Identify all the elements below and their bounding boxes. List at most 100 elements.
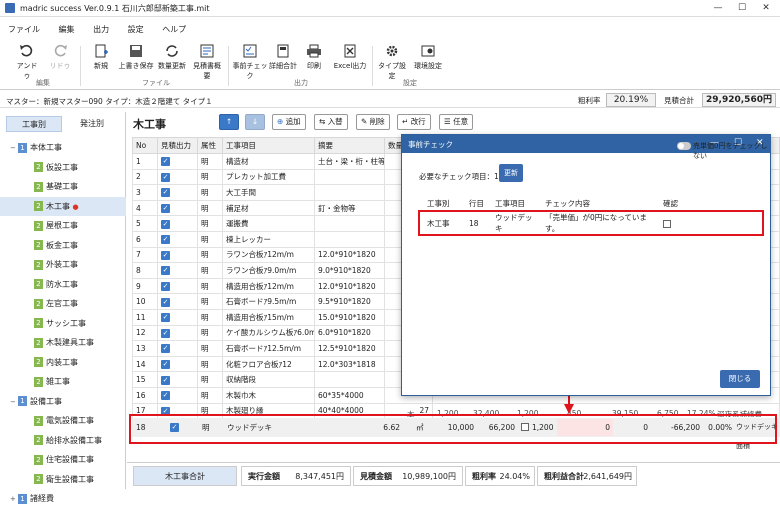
redo-button[interactable]: リドゥ <box>48 44 72 76</box>
row-no[interactable]: 14 <box>132 355 158 373</box>
row-attr[interactable]: 明 <box>197 371 223 388</box>
row-no[interactable]: 8 <box>132 262 158 279</box>
row-no[interactable]: 9 <box>132 277 158 295</box>
col-output[interactable]: 見積出力 <box>157 137 198 154</box>
row-summary[interactable]: 12.5*910*1820 <box>314 340 385 357</box>
row-attr[interactable]: 明 <box>197 293 223 310</box>
row-summary[interactable]: 12.0*910*1820 <box>314 277 385 295</box>
move-up-button[interactable]: ↑ <box>219 114 239 130</box>
output-checkbox[interactable]: ✓ <box>161 219 170 229</box>
precheck-button[interactable]: 事前チェック <box>232 44 268 80</box>
row-attr[interactable]: 明 <box>197 308 223 326</box>
new-button[interactable]: 新規 <box>88 44 114 76</box>
tree-item[interactable]: 2 仮設工事 <box>0 158 126 178</box>
row-attr[interactable]: 明 <box>197 184 223 201</box>
row-no[interactable]: 6 <box>132 230 158 248</box>
output-checkbox[interactable]: ✓ <box>161 344 170 354</box>
row-summary[interactable]: 9.0*910*1820 <box>314 262 385 279</box>
print-button[interactable]: 印刷 <box>302 44 326 76</box>
row-no[interactable]: 5 <box>132 215 158 232</box>
row-attr[interactable]: 明 <box>197 230 223 248</box>
row-summary[interactable]: 40*40*4000 <box>314 402 385 420</box>
tree-item[interactable]: 2 雑工事 <box>0 372 126 392</box>
row-no[interactable]: 16 <box>132 386 158 404</box>
row-summary[interactable]: 15.0*910*1820 <box>314 308 385 326</box>
tab-by-order[interactable]: 発注別 <box>64 116 120 132</box>
swap-button[interactable]: ⇆ 入替 <box>314 114 348 130</box>
tree-item[interactable]: +1 諸経費 <box>0 489 126 509</box>
output-checkbox[interactable]: ✓ <box>161 235 170 245</box>
move-down-button[interactable]: ↓ <box>245 114 265 130</box>
menu-edit[interactable]: 編集 <box>51 22 83 38</box>
add-button[interactable]: ⊕ 追加 <box>272 114 306 130</box>
type-settings-button[interactable]: タイプ設定 <box>376 44 408 80</box>
row-no[interactable]: 4 <box>132 199 158 217</box>
close-button[interactable]: 閉じる <box>720 370 760 388</box>
row-summary[interactable] <box>314 230 385 248</box>
row-item[interactable]: 木製巾木 <box>222 386 315 404</box>
sell-price-cell[interactable]: 0 <box>557 419 613 436</box>
undo-button[interactable]: アンドゥ <box>14 44 40 80</box>
output-checkbox[interactable]: ✓ <box>161 188 170 198</box>
row-attr[interactable]: 明 <box>197 168 223 186</box>
tree-item[interactable]: 2 住宅設備工事 <box>0 450 126 470</box>
row-attr[interactable]: 明 <box>197 153 223 170</box>
row-item[interactable]: 構造用合板ｱ12m/m <box>222 277 315 295</box>
tree-item[interactable]: 2 左官工事 <box>0 294 126 314</box>
col-item[interactable]: 工事項目 <box>222 137 315 154</box>
menu-file[interactable]: ファイル <box>0 22 48 38</box>
row-no[interactable]: 10 <box>132 293 158 310</box>
arbitrary-button[interactable]: ☰ 任意 <box>439 114 474 130</box>
row-item[interactable]: 収納階段 <box>222 371 315 388</box>
output-checkbox[interactable]: ✓ <box>161 328 170 338</box>
environment-settings-button[interactable]: 環境設定 <box>412 44 444 76</box>
tree-item[interactable]: 2 防水工事 <box>0 275 126 295</box>
output-checkbox[interactable]: ✓ <box>170 423 179 432</box>
table-row-18[interactable]: 18 ✓ 明 ウッドデッキ 6.62 ㎡ 10,000 66,200 1,200… <box>132 418 780 450</box>
tree-item[interactable]: 2 基礎工事 <box>0 177 126 197</box>
minimize-icon[interactable]: — <box>708 1 728 15</box>
detail-total-button[interactable]: 詳細合計 <box>268 44 298 76</box>
row-no[interactable]: 15 <box>132 371 158 388</box>
maximize-icon[interactable]: ☐ <box>732 1 752 15</box>
col-attr[interactable]: 属性 <box>197 137 223 154</box>
row-attr[interactable]: 明 <box>197 324 223 342</box>
row-no[interactable]: 12 <box>132 324 158 342</box>
tree-item[interactable]: 2 木工事 ● <box>0 196 126 216</box>
row-no[interactable]: 11 <box>132 308 158 326</box>
row-summary[interactable]: 釘・金物等 <box>314 199 385 217</box>
row-no[interactable]: 17 <box>132 402 158 420</box>
row-item[interactable]: 石膏ボードｱ9.5m/m <box>222 293 315 310</box>
row-item[interactable]: 運搬費 <box>222 215 315 232</box>
confirm-checkbox[interactable] <box>663 219 671 228</box>
menu-help[interactable]: ヘルプ <box>154 22 194 38</box>
row-item[interactable]: 構造用合板ｱ15m/m <box>222 308 315 326</box>
row-item[interactable]: 石膏ボードｱ12.5m/m <box>222 340 315 357</box>
row-summary[interactable] <box>314 215 385 232</box>
output-checkbox[interactable]: ✓ <box>161 313 170 323</box>
tab-by-construction[interactable]: 工事別 <box>6 116 62 132</box>
row-summary[interactable]: 12.0*303*1818 <box>314 355 385 373</box>
row-attr[interactable]: 明 <box>197 215 223 232</box>
update-quantity-button[interactable]: 数量更新 <box>157 44 187 76</box>
row-item[interactable]: ラワン合板ｱ12m/m <box>222 246 315 264</box>
output-checkbox[interactable]: ✓ <box>161 250 170 260</box>
row-attr[interactable]: 明 <box>197 355 223 373</box>
save-button[interactable]: 上書き保存 <box>118 44 154 76</box>
output-checkbox[interactable]: ✓ <box>161 406 170 416</box>
output-checkbox[interactable]: ✓ <box>161 204 170 214</box>
output-checkbox[interactable]: ✓ <box>161 172 170 182</box>
row-attr[interactable]: 明 <box>197 262 223 279</box>
row-summary[interactable]: 12.0*910*1820 <box>314 246 385 264</box>
output-checkbox[interactable]: ✓ <box>161 266 170 276</box>
tree-item[interactable]: 2 電気設備工事 <box>0 411 126 431</box>
row-item[interactable]: 化粧フロア合板ｱ12 <box>222 355 315 373</box>
row-attr[interactable]: 明 <box>197 246 223 264</box>
row-summary[interactable]: 60*35*4000 <box>314 386 385 404</box>
row-no[interactable]: 1 <box>132 153 158 170</box>
row-item[interactable]: 補足材 <box>222 199 315 217</box>
delete-button[interactable]: ✎ 削除 <box>356 114 390 130</box>
tree-item[interactable]: 2 木製建具工事 <box>0 333 126 353</box>
expand-toggle-icon[interactable]: − <box>10 139 18 159</box>
excel-output-button[interactable]: Excel出力 <box>330 44 370 76</box>
